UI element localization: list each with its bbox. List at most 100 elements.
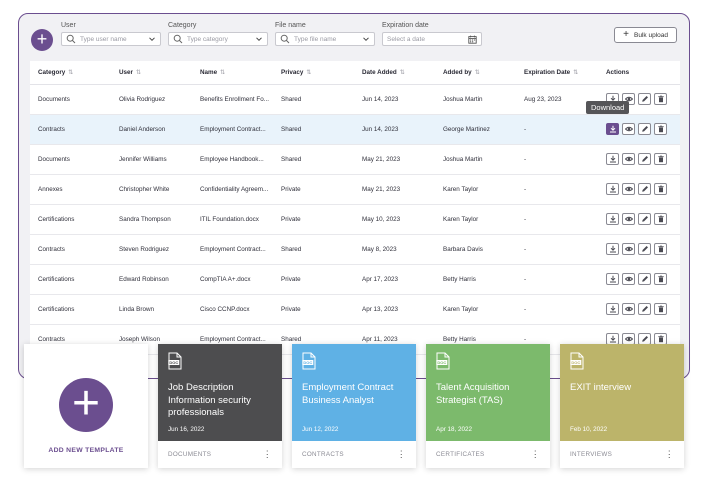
edit-button[interactable] (638, 273, 651, 285)
documents-table: Category ⇅ User ⇅ Name ⇅ Privacy ⇅ Date Adde… (30, 61, 680, 378)
column-header-privacy[interactable]: Privacy ⇅ (281, 69, 311, 76)
file-name-filter-input[interactable]: Type file name (275, 32, 375, 46)
sort-icon[interactable]: ⇅ (400, 69, 405, 76)
add-new-template-card[interactable]: + ADD NEW TEMPLATE (24, 344, 148, 468)
template-title: Talent Acquisition Strategist (TAS) (436, 382, 510, 406)
preview-button[interactable] (622, 243, 635, 255)
svg-text:DOC: DOC (303, 360, 312, 365)
cell-expiration: - (524, 186, 527, 193)
pencil-icon (641, 95, 649, 103)
edit-button[interactable] (638, 153, 651, 165)
download-button[interactable] (606, 153, 619, 165)
delete-button[interactable] (654, 123, 667, 135)
template-card-header: DOC EXIT interview Feb 10, 2022 (560, 344, 684, 441)
expiration-date-input[interactable]: Select a date (382, 32, 482, 46)
chevron-down-icon[interactable] (148, 35, 156, 43)
delete-button[interactable] (654, 93, 667, 105)
download-button[interactable] (606, 303, 619, 315)
preview-button[interactable] (622, 213, 635, 225)
template-card-header: DOC Job Description Information security … (158, 344, 282, 441)
sort-icon[interactable]: ⇅ (220, 69, 225, 76)
table-row[interactable]: Certifications Edward Robinson CompTIA A+.… (30, 265, 680, 295)
doc-icon: DOC (168, 352, 182, 374)
cell-expiration: - (524, 276, 527, 283)
cell-name: Cisco CCNP.docx (200, 306, 250, 313)
table-row[interactable]: Annexes Christopher White Confidentiality … (30, 175, 680, 205)
calendar-icon[interactable] (468, 35, 477, 44)
edit-button[interactable] (638, 123, 651, 135)
cell-privacy: Shared (281, 96, 302, 103)
kebab-icon[interactable]: ⋮ (531, 449, 540, 460)
delete-button[interactable] (654, 303, 667, 315)
download-button[interactable] (606, 183, 619, 195)
template-card[interactable]: DOC Job Description Information security … (158, 344, 282, 468)
kebab-icon[interactable]: ⋮ (263, 449, 272, 460)
table-row[interactable]: Certifications Sandra Thompson ITIL Founda… (30, 205, 680, 235)
column-label: User (119, 69, 134, 76)
sort-icon[interactable]: ⇅ (136, 69, 141, 76)
table-row[interactable]: Contracts Steven Rodriguez Employment Cont… (30, 235, 680, 265)
template-card-footer: DOCUMENTS ⋮ (158, 441, 282, 468)
template-card[interactable]: DOC Talent Acquisition Strategist (TAS) Ap… (426, 344, 550, 468)
download-icon (609, 215, 617, 223)
eye-icon (624, 305, 633, 313)
chevron-down-icon[interactable] (255, 35, 263, 43)
user-filter-input[interactable]: Type user name (61, 32, 161, 46)
cell-user: Steven Rodriguez (119, 246, 170, 253)
column-header-added-by[interactable]: Added by ⇅ (443, 69, 480, 76)
download-button[interactable] (606, 273, 619, 285)
preview-button[interactable] (622, 273, 635, 285)
sort-icon[interactable]: ⇅ (306, 69, 311, 76)
sort-icon[interactable]: ⇅ (475, 69, 480, 76)
preview-button[interactable] (622, 153, 635, 165)
edit-button[interactable] (638, 183, 651, 195)
download-button[interactable] (606, 213, 619, 225)
plus-icon: + (59, 378, 113, 432)
column-header-date-added[interactable]: Date Added ⇅ (362, 69, 405, 76)
cell-date-added: May 21, 2023 (362, 186, 401, 193)
download-button[interactable] (606, 243, 619, 255)
column-label: Name (200, 69, 218, 76)
bulk-upload-label: Bulk upload (634, 31, 668, 39)
kebab-icon[interactable]: ⋮ (665, 449, 674, 460)
delete-button[interactable] (654, 213, 667, 225)
edit-button[interactable] (638, 213, 651, 225)
preview-button[interactable] (622, 303, 635, 315)
category-filter-input[interactable]: Type category (168, 32, 268, 46)
table-row[interactable]: Documents Jennifer Williams Employee Handb… (30, 145, 680, 175)
category-filter-placeholder: Type category (187, 35, 228, 43)
kebab-icon[interactable]: ⋮ (397, 449, 406, 460)
column-header-category[interactable]: Category ⇅ (38, 69, 73, 76)
pencil-icon (641, 215, 649, 223)
doc-icon: DOC (570, 352, 584, 374)
edit-button[interactable] (638, 243, 651, 255)
edit-button[interactable] (638, 93, 651, 105)
table-row[interactable]: Documents Olivia Rodriguez Benefits Enroll… (30, 85, 680, 115)
add-document-button[interactable]: + (31, 29, 53, 51)
sort-icon[interactable]: ⇅ (573, 69, 578, 76)
template-card[interactable]: DOC EXIT interview Feb 10, 2022 INTERVIEWS ⋮ (560, 344, 684, 468)
preview-button[interactable] (622, 183, 635, 195)
table-row[interactable]: Contracts Daniel Anderson Employment Contr… (30, 115, 680, 145)
column-header-expiration-date[interactable]: Expiration Date ⇅ (524, 69, 578, 76)
column-header-name[interactable]: Name ⇅ (200, 69, 225, 76)
delete-button[interactable] (654, 243, 667, 255)
column-header-user[interactable]: User ⇅ (119, 69, 141, 76)
trash-icon (657, 185, 665, 193)
svg-text:DOC: DOC (571, 360, 580, 365)
eye-icon (624, 155, 633, 163)
template-card[interactable]: DOC Employment Contract Business Analyst J… (292, 344, 416, 468)
delete-button[interactable] (654, 153, 667, 165)
preview-button[interactable] (622, 123, 635, 135)
delete-button[interactable] (654, 273, 667, 285)
sort-icon[interactable]: ⇅ (68, 69, 73, 76)
delete-button[interactable] (654, 183, 667, 195)
table-row[interactable]: Certifications Linda Brown Cisco CCNP.docx… (30, 295, 680, 325)
download-button[interactable] (606, 123, 619, 135)
row-actions (606, 123, 667, 135)
pencil-icon (641, 125, 649, 133)
bulk-upload-button[interactable]: + Bulk upload (614, 27, 677, 43)
trash-icon (657, 215, 665, 223)
edit-button[interactable] (638, 303, 651, 315)
chevron-down-icon[interactable] (362, 35, 370, 43)
